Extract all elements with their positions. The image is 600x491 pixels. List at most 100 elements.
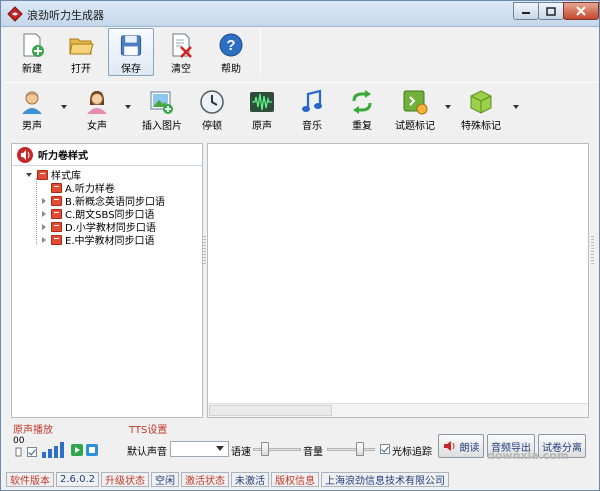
- toolbar-separator: [260, 28, 261, 74]
- help-icon: ?: [219, 33, 243, 57]
- signal-level-icon: [42, 442, 64, 458]
- maximize-icon: [546, 6, 556, 16]
- pause-button[interactable]: 停顿: [197, 86, 227, 134]
- help-button[interactable]: ? 帮助: [208, 28, 254, 76]
- close-icon: [576, 6, 586, 16]
- editor-area[interactable]: [207, 143, 589, 418]
- minimize-icon: [522, 12, 530, 14]
- save-disk-icon: [120, 35, 142, 56]
- book-icon: [51, 234, 62, 245]
- cursor-track-checkbox[interactable]: [380, 444, 390, 454]
- question-mark-button[interactable]: 试题标记: [393, 86, 437, 134]
- insert-image-button[interactable]: 插入图片: [137, 86, 187, 134]
- question-mark-icon: [403, 90, 428, 115]
- pause-label: 停顿: [202, 121, 222, 132]
- app-logo-icon: [7, 6, 23, 22]
- female-voice-button[interactable]: 女声: [82, 86, 112, 134]
- collapse-arrow-icon[interactable]: [42, 236, 46, 243]
- book-icon: [51, 208, 62, 219]
- speed-slider-thumb[interactable]: [261, 442, 269, 456]
- save-button[interactable]: 保存: [108, 28, 154, 76]
- playback-checkbox[interactable]: [27, 447, 37, 457]
- male-voice-icon: [22, 91, 42, 114]
- close-button[interactable]: [563, 2, 599, 20]
- book-icon: [51, 221, 62, 232]
- version-label: 软件版本: [6, 471, 54, 487]
- clear-label: 清空: [171, 64, 191, 75]
- insert-toolbar: 男声 女声 插入图片 停顿 原声 音乐 重复 试题标记 特殊标记: [7, 86, 597, 136]
- volume-slider-track: [327, 448, 375, 451]
- male-voice-label: 男声: [22, 121, 42, 132]
- tree-guide-line: [36, 178, 37, 244]
- special-mark-button[interactable]: 特殊标记: [459, 86, 503, 134]
- volume-label: 音量: [303, 447, 323, 458]
- male-voice-dropdown-arrow[interactable]: [61, 105, 67, 109]
- music-button[interactable]: 音乐: [297, 86, 327, 134]
- speaker-icon: [15, 447, 22, 457]
- upgrade-value: 空闲: [151, 471, 179, 487]
- special-mark-label: 特殊标记: [461, 121, 501, 132]
- collapse-arrow-icon[interactable]: [42, 223, 46, 230]
- female-voice-icon: [87, 91, 107, 114]
- clear-document-icon: [172, 33, 192, 58]
- tree-item-label: E.中学教材同步口语: [65, 236, 155, 247]
- book-icon: [51, 195, 62, 206]
- right-splitter-grip[interactable]: [591, 236, 594, 266]
- default-voice-label: 默认声音: [127, 447, 167, 458]
- copyright-label: 版权信息: [271, 471, 319, 487]
- cursor-track-label: 光标追踪: [392, 447, 432, 458]
- read-button[interactable]: 朗读: [438, 434, 484, 458]
- speaker-wave-icon: [443, 441, 454, 451]
- new-label: 新建: [22, 64, 42, 75]
- clear-button[interactable]: 清空: [158, 28, 204, 76]
- book-icon: [37, 169, 48, 180]
- chevron-down-icon: [216, 446, 224, 451]
- collapse-arrow-icon[interactable]: [42, 210, 46, 217]
- version-value: 2.6.0.2: [56, 471, 99, 487]
- left-splitter-grip[interactable]: [203, 236, 206, 266]
- volume-slider-thumb[interactable]: [356, 442, 364, 456]
- svg-text:?: ?: [226, 37, 235, 54]
- new-button[interactable]: 新建: [9, 28, 55, 76]
- music-label: 音乐: [302, 121, 322, 132]
- question-mark-dropdown-arrow[interactable]: [445, 105, 451, 109]
- male-voice-button[interactable]: 男声: [17, 86, 47, 134]
- toolbar-divider: [4, 82, 598, 83]
- tree-panel-header: 听力卷样式: [12, 144, 202, 166]
- collapse-arrow-icon[interactable]: [42, 197, 46, 204]
- default-voice-select[interactable]: [170, 441, 229, 457]
- status-bar: 软件版本 2.6.0.2 升级状态 空闲 激活状态 未激活 版权信息 上海浪劲信…: [6, 471, 594, 487]
- volume-slider[interactable]: [327, 441, 375, 457]
- scrollbar-thumb[interactable]: [209, 405, 332, 416]
- original-sound-button[interactable]: 原声: [247, 86, 277, 134]
- tts-section-label: TTS设置: [129, 425, 168, 436]
- special-mark-dropdown-arrow[interactable]: [513, 105, 519, 109]
- horizontal-scrollbar[interactable]: [208, 403, 588, 417]
- female-voice-dropdown-arrow[interactable]: [125, 105, 131, 109]
- original-sound-label: 原声: [252, 121, 272, 132]
- tree-panel-title: 听力卷样式: [38, 151, 88, 162]
- stop-icon[interactable]: [86, 444, 98, 456]
- waveform-icon: [250, 92, 274, 112]
- sound-logo-icon: [17, 146, 33, 163]
- speed-slider[interactable]: [253, 441, 301, 457]
- minimize-button[interactable]: [513, 2, 539, 20]
- open-folder-icon: [69, 38, 94, 55]
- maximize-button[interactable]: [538, 2, 564, 20]
- repeat-button[interactable]: 重复: [347, 86, 377, 134]
- app-window: 浪劲听力生成器 新建 打开 保存 清空 ? 帮助 男声 女声 插入图片 停顿 原…: [0, 0, 600, 491]
- expand-arrow-icon[interactable]: [26, 172, 32, 177]
- activation-value: 未激活: [231, 471, 269, 487]
- pause-clock-icon: [200, 90, 224, 114]
- speed-label: 语速: [231, 447, 251, 458]
- question-mark-label: 试题标记: [395, 121, 435, 132]
- style-tree-panel: 听力卷样式 样式库 A.听力样卷 B.新概念英语同步口语 C.朗文SBS同步口语…: [11, 143, 203, 418]
- company-name: 上海浪劲信息技术有限公司: [321, 471, 449, 487]
- repeat-arrows-icon: [352, 90, 372, 114]
- insert-image-label: 插入图片: [142, 121, 182, 132]
- tree-item[interactable]: E.中学教材同步口语: [42, 233, 155, 247]
- open-label: 打开: [71, 64, 91, 75]
- play-icon[interactable]: [71, 444, 83, 456]
- open-button[interactable]: 打开: [58, 28, 104, 76]
- title-bar: 浪劲听力生成器: [1, 1, 599, 27]
